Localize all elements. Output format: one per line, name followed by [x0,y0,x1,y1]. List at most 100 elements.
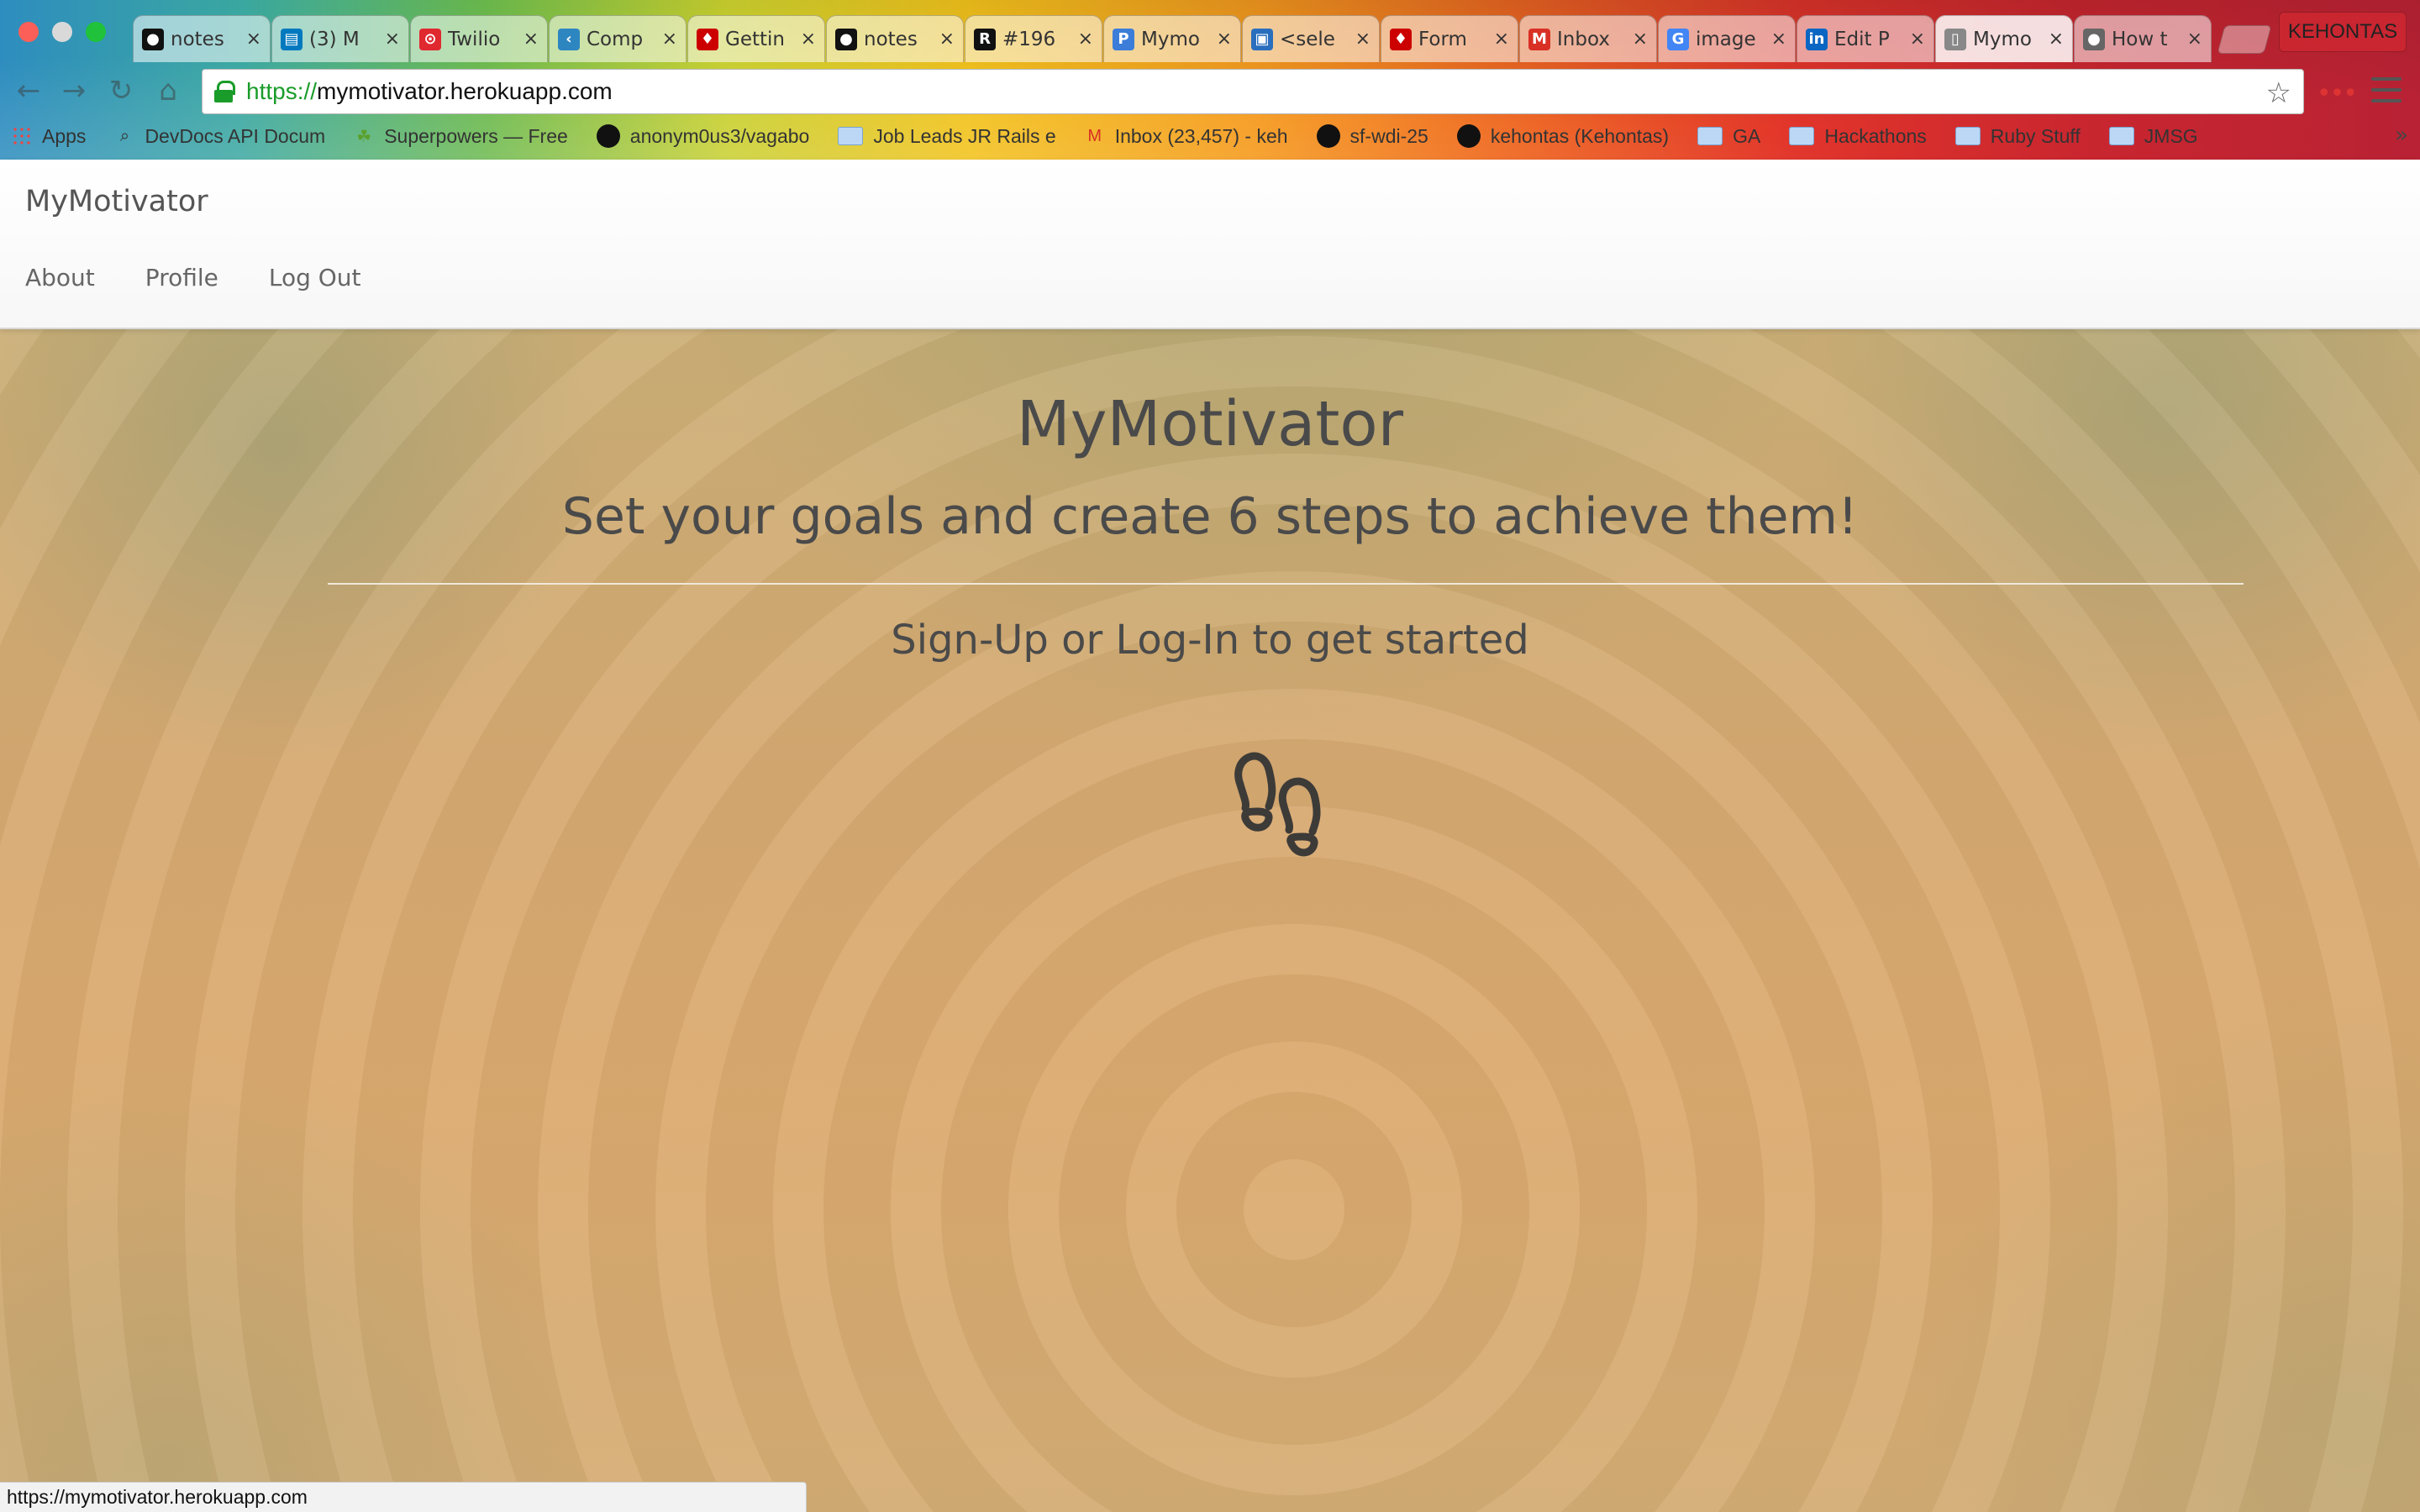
bookmark-item[interactable]: GA [1697,125,1760,148]
tab-close-icon[interactable]: × [2187,29,2202,50]
tab-title: image [1696,28,1756,50]
browser-tab[interactable]: ● How t × [2074,15,2212,62]
browser-tab[interactable]: M Inbox × [1519,15,1657,62]
browser-tab[interactable]: ● notes × [826,15,964,62]
tab-strip: ● notes × ▤ (3) M × ⊙ Twilio × ‹ Comp × ♦ Gettin × ● not… [133,15,2272,62]
bookmark-label: sf-wdi-25 [1349,124,1428,147]
back-arrow-icon[interactable]: ← [10,74,47,108]
tab-close-icon[interactable]: × [246,29,261,50]
tab-close-icon[interactable]: × [1355,29,1370,50]
menu-icon[interactable] [2371,77,2402,102]
bookmark-item[interactable]: ⌕ DevDocs API Docum [114,125,325,148]
r-icon: R [974,28,996,50]
tab-close-icon[interactable]: × [1078,29,1093,50]
github-icon [1316,124,1340,148]
hero-divider [328,583,2244,585]
tab-close-icon[interactable]: × [1633,29,1648,50]
browser-tab[interactable]: ‹ Comp × [549,15,687,62]
tab-close-icon[interactable]: × [662,29,677,50]
tab-close-icon[interactable]: × [1217,29,1232,50]
tab-close-icon[interactable]: × [385,29,400,50]
nav-link-profile[interactable]: Profile [145,264,218,291]
bookmarks-overflow-icon[interactable]: » [2395,123,2408,148]
code-icon: ‹ [558,28,580,50]
google-icon: G [1667,28,1689,50]
browser-tab[interactable]: ▣ <sele × [1242,15,1380,62]
devdocs-icon: ▣ [1251,28,1273,50]
tab-title: Mymo [1141,28,1200,50]
bookmark-item[interactable]: M Inbox (23,457) - keh [1085,125,1287,148]
bookmark-item[interactable]: ☘ Superpowers — Free [354,125,568,148]
browser-tab[interactable]: R #196 × [965,15,1102,62]
bookmark-label: GA [1733,124,1761,147]
bookmark-star-icon[interactable]: ☆ [2266,76,2291,110]
tab-close-icon[interactable]: × [523,29,539,50]
browser-tab[interactable]: ● notes × [133,15,271,62]
bookmarks-bar: Apps ⌕ DevDocs API Docum ☘ Superpowers — Fre… [12,119,2227,153]
nav-link-logout[interactable]: Log Out [269,264,361,291]
zoom-window-button[interactable] [86,22,106,42]
browser-chrome: ● notes × ▤ (3) M × ⊙ Twilio × ‹ Comp × ♦ Gettin × ● not… [0,0,2420,160]
bookmark-item[interactable]: sf-wdi-25 [1316,124,1428,148]
bookmark-item[interactable]: kehontas (Kehontas) [1456,124,1669,148]
browser-tab[interactable]: ⊙ Twilio × [410,15,548,62]
rails-icon: ♦ [697,28,718,50]
bookmark-label: anonym0us3/vagabo [629,124,810,147]
bookmark-item[interactable]: Apps [12,125,86,148]
tab-close-icon[interactable]: × [1494,29,1509,50]
apps-grid-icon [12,126,32,146]
bookmark-item[interactable]: Job Leads JR Rails e [838,125,1056,148]
bookmark-item[interactable]: Ruby Stuff [1954,124,2081,148]
tab-close-icon[interactable]: × [939,29,955,50]
new-tab-button[interactable] [2217,25,2272,54]
bookmark-label: Ruby Stuff [1990,124,2081,147]
lock-icon [214,81,235,102]
browser-tab[interactable]: Gimage × [1658,15,1796,62]
folder-icon [2108,127,2134,145]
extension-icon[interactable]: ••• [2317,79,2358,108]
url-scheme: https:// [246,78,318,104]
gmail-icon: M [1087,126,1102,145]
home-icon[interactable]: ⌂ [150,74,187,108]
site-navbar: MyMotivator About Profile Log Out [0,160,2420,329]
address-bar[interactable]: https://mymotivator.herokuapp.com ☆ [202,69,2304,114]
minimize-window-button[interactable] [52,22,72,42]
tab-close-icon[interactable]: × [1771,29,1786,50]
nav-link-about[interactable]: About [25,264,95,291]
reload-icon[interactable]: ↻ [103,74,139,108]
forward-arrow-icon[interactable]: → [55,74,92,108]
window-controls [18,22,106,42]
page-background [0,160,2420,1512]
bookmark-item[interactable]: Hackathons [1789,125,1927,148]
linkedin-icon: in [1806,28,1828,50]
browser-tab[interactable]: ▤ (3) M × [271,15,409,62]
folder-icon [838,127,864,145]
tab-close-icon[interactable]: × [2049,29,2064,50]
folder-icon [1954,127,1981,145]
tab-title: How t [2112,28,2168,50]
browser-tab[interactable]: in Edit P × [1797,15,1934,62]
tab-close-icon[interactable]: × [1910,29,1925,50]
browser-tab[interactable]: P Mymo × [1103,15,1241,62]
browser-tab[interactable]: ♦ Form × [1381,15,1518,62]
close-window-button[interactable] [18,22,39,42]
browser-tab[interactable]: ▯ Mymo × [1935,15,2073,62]
bookmark-label: Superpowers — Free [384,124,568,147]
rails-icon: ♦ [1390,28,1412,50]
tab-title: Form [1418,28,1467,50]
bookmark-item[interactable]: anonym0us3/vagabo [596,124,810,148]
browser-toolbar: ← → ↻ ⌂ https://mymotivator.herokuapp.co… [0,64,2420,118]
tab-title: <sele [1280,28,1335,50]
tab-close-icon[interactable]: × [801,29,816,50]
bookmark-item[interactable]: JMSG [2108,125,2198,148]
url-host: mymotivator.herokuapp.com [317,78,613,104]
tab-title: Comp [587,28,644,50]
profile-badge[interactable]: KEHONTAS [2279,12,2407,52]
tab-title: (3) M [309,28,360,50]
navbar-links: About Profile Log Out [25,264,412,291]
browser-tab[interactable]: ♦ Gettin × [687,15,825,62]
folder-icon [1697,127,1723,145]
navbar-brand[interactable]: MyMotivator [25,185,208,218]
gmail-icon: M [1528,28,1550,50]
search-icon: ⌕ [119,126,130,145]
